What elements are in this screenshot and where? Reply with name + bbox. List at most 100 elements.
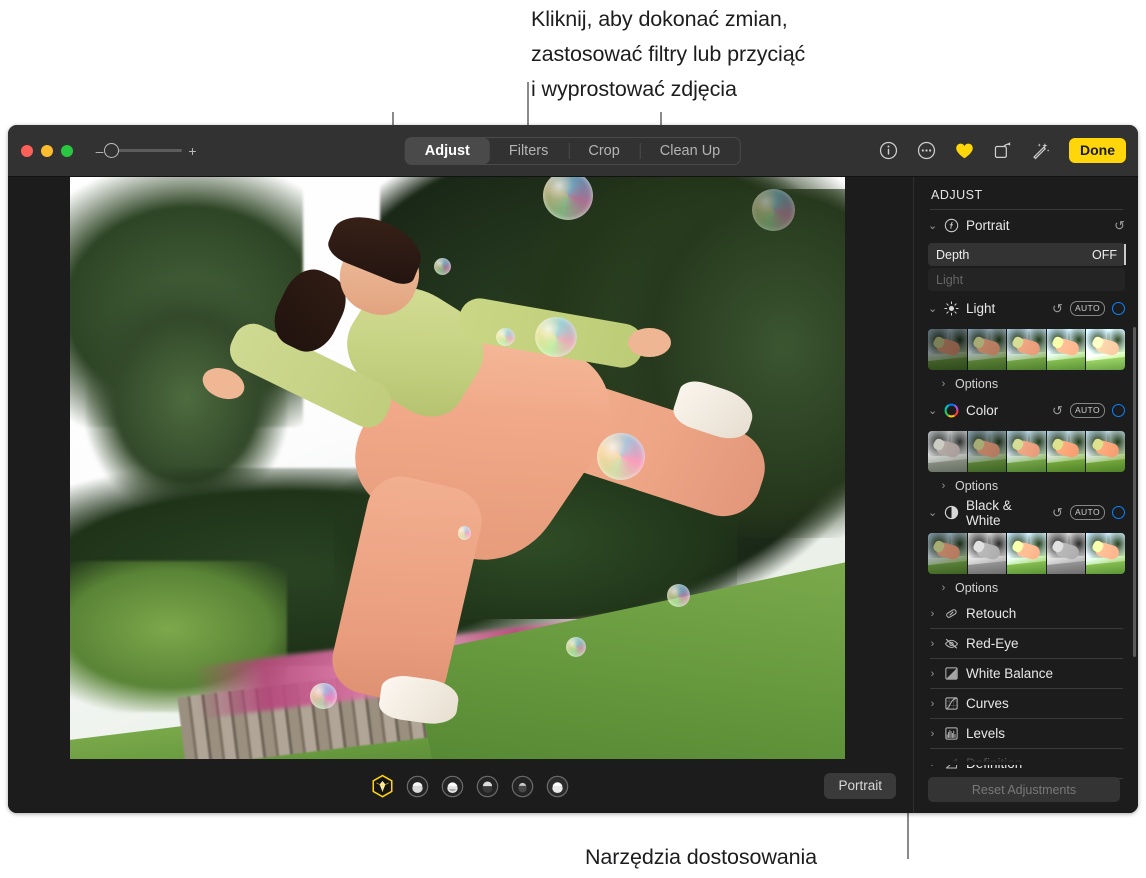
callout-top-text: Kliknij, aby dokonać zmian, zastosować f… (531, 2, 951, 107)
light-effect-studio-light[interactable] (405, 774, 430, 799)
reset-color-icon[interactable]: ↺ (1052, 403, 1063, 419)
light-options-row[interactable]: › Options (928, 372, 1125, 395)
light-effect-contour-light[interactable] (440, 774, 465, 799)
levels-icon (944, 726, 959, 741)
portrait-mode-button[interactable]: Portrait (824, 773, 896, 799)
section-light-header[interactable]: ⌄ Light ↺ AUTO (928, 293, 1125, 324)
tab-adjust[interactable]: Adjust (405, 138, 490, 164)
light-preview-thumb[interactable] (1047, 329, 1087, 370)
contrast-circle-icon (944, 505, 959, 520)
light-effect-stage-light[interactable] (475, 774, 500, 799)
chevron-down-icon[interactable]: ⌄ (928, 404, 937, 417)
close-button[interactable] (21, 145, 33, 157)
auto-black-and-white-button[interactable]: AUTO (1070, 505, 1105, 520)
tab-crop[interactable]: Crop (568, 138, 639, 164)
light-preview-thumb[interactable] (1007, 329, 1047, 370)
bw-preview-thumb[interactable] (1007, 533, 1047, 574)
color-preview-thumb[interactable] (1007, 431, 1047, 472)
light-preview-thumb[interactable] (1086, 329, 1125, 370)
adjust-item-definition-label: Definition (966, 756, 1125, 771)
color-preview-thumb[interactable] (1086, 431, 1125, 472)
color-preview-thumb[interactable] (968, 431, 1008, 472)
reset-adjustments-button[interactable]: Reset Adjustments (928, 777, 1120, 802)
zoom-out-icon[interactable]: – (95, 143, 104, 159)
zoom-in-icon[interactable]: + (188, 143, 197, 159)
maximize-button[interactable] (61, 145, 73, 157)
color-options-row[interactable]: › Options (928, 474, 1125, 497)
zoom-slider-track[interactable] (110, 149, 182, 152)
bandage-icon (944, 606, 959, 621)
more-options-icon[interactable] (915, 140, 937, 162)
color-toggle-circle[interactable] (1112, 404, 1125, 417)
color-preview-strip[interactable] (928, 431, 1125, 472)
lighting-effects-bar: Portrait (8, 759, 913, 813)
black-and-white-preview-strip[interactable] (928, 533, 1125, 574)
section-color-header[interactable]: ⌄ Color (928, 395, 1125, 426)
light-effect-natural-light[interactable] (370, 774, 395, 799)
adjust-item-retouch[interactable]: › Retouch (928, 599, 1125, 628)
portrait-light-row[interactable]: Light (928, 268, 1125, 291)
bw-preview-thumb[interactable] (968, 533, 1008, 574)
color-options-label: Options (955, 479, 998, 493)
tab-filters[interactable]: Filters (489, 138, 568, 164)
portrait-depth-row[interactable]: Depth OFF (928, 243, 1125, 266)
zoom-slider-control[interactable]: – + (95, 143, 197, 159)
chevron-down-icon[interactable]: ⌄ (928, 302, 937, 315)
color-preview-thumb[interactable] (928, 431, 968, 472)
chevron-right-icon[interactable]: › (928, 668, 937, 680)
chevron-right-icon[interactable]: › (928, 698, 937, 710)
zoom-slider-knob[interactable] (104, 143, 119, 158)
adjust-item-white-balance[interactable]: › White Balance (928, 659, 1125, 688)
favorite-heart-icon[interactable] (953, 140, 975, 162)
light-preview-strip[interactable] (928, 329, 1125, 370)
screenshot-root: Kliknij, aby dokonać zmian, zastosować f… (0, 0, 1146, 878)
light-toggle-circle[interactable] (1112, 302, 1125, 315)
tab-clean-up[interactable]: Clean Up (640, 138, 740, 164)
reset-portrait-icon[interactable]: ↺ (1114, 218, 1125, 234)
auto-light-button[interactable]: AUTO (1070, 301, 1105, 316)
adjust-item-curves-label: Curves (966, 696, 1125, 711)
reset-light-icon[interactable]: ↺ (1052, 301, 1063, 317)
chevron-right-icon[interactable]: › (928, 728, 937, 740)
chevron-right-icon[interactable]: › (928, 608, 937, 620)
callout-bottom-text: Narzędzia dostosowania (585, 840, 817, 875)
light-effect-high-key-light-mono[interactable] (545, 774, 570, 799)
portrait-light-label: Light (936, 273, 963, 287)
bw-preview-thumb[interactable] (928, 533, 968, 574)
minimize-button[interactable] (41, 145, 53, 157)
light-effect-stage-light-mono[interactable] (510, 774, 535, 799)
photo-subject-hand-left (198, 363, 248, 405)
adjust-item-definition[interactable]: › Definition (928, 749, 1125, 778)
section-black-and-white-header[interactable]: ⌄ Black & White ↺ AUTO (928, 497, 1125, 528)
info-icon[interactable] (877, 140, 899, 162)
light-preview-thumb[interactable] (968, 329, 1008, 370)
auto-color-button[interactable]: AUTO (1070, 403, 1105, 418)
black-and-white-toggle-circle[interactable] (1112, 506, 1125, 519)
bw-preview-thumb[interactable] (1047, 533, 1087, 574)
adjust-panel-scroll: ADJUST ⌄ Portrait ↺ (914, 177, 1138, 765)
adjust-item-levels[interactable]: › Levels (928, 719, 1125, 748)
rotate-icon[interactable] (991, 140, 1013, 162)
photo-bubble (597, 433, 645, 480)
adjust-item-curves[interactable]: › Curves (928, 689, 1125, 718)
photo-image[interactable] (70, 177, 845, 759)
chevron-right-icon[interactable]: › (928, 638, 937, 650)
chevron-down-icon[interactable]: ⌄ (928, 506, 937, 519)
chevron-right-icon[interactable]: › (939, 582, 948, 594)
light-preview-thumb[interactable] (928, 329, 968, 370)
black-and-white-options-row[interactable]: › Options (928, 576, 1125, 599)
panel-scrollbar[interactable] (1133, 327, 1136, 657)
auto-enhance-icon[interactable] (1029, 140, 1051, 162)
color-preview-thumb[interactable] (1047, 431, 1087, 472)
adjust-item-red-eye[interactable]: › Red-Eye (928, 629, 1125, 658)
chevron-right-icon[interactable]: › (939, 480, 948, 492)
section-portrait-header[interactable]: ⌄ Portrait ↺ (928, 210, 1125, 241)
photo-bubble (535, 317, 577, 358)
bw-preview-thumb[interactable] (1086, 533, 1125, 574)
chevron-right-icon[interactable]: › (939, 378, 948, 390)
editor-tab-bar: Adjust Filters Crop Clean Up (405, 137, 741, 165)
done-button[interactable]: Done (1069, 138, 1126, 163)
chevron-right-icon[interactable]: › (928, 758, 937, 770)
chevron-down-icon[interactable]: ⌄ (928, 219, 937, 232)
reset-black-and-white-icon[interactable]: ↺ (1052, 505, 1063, 521)
